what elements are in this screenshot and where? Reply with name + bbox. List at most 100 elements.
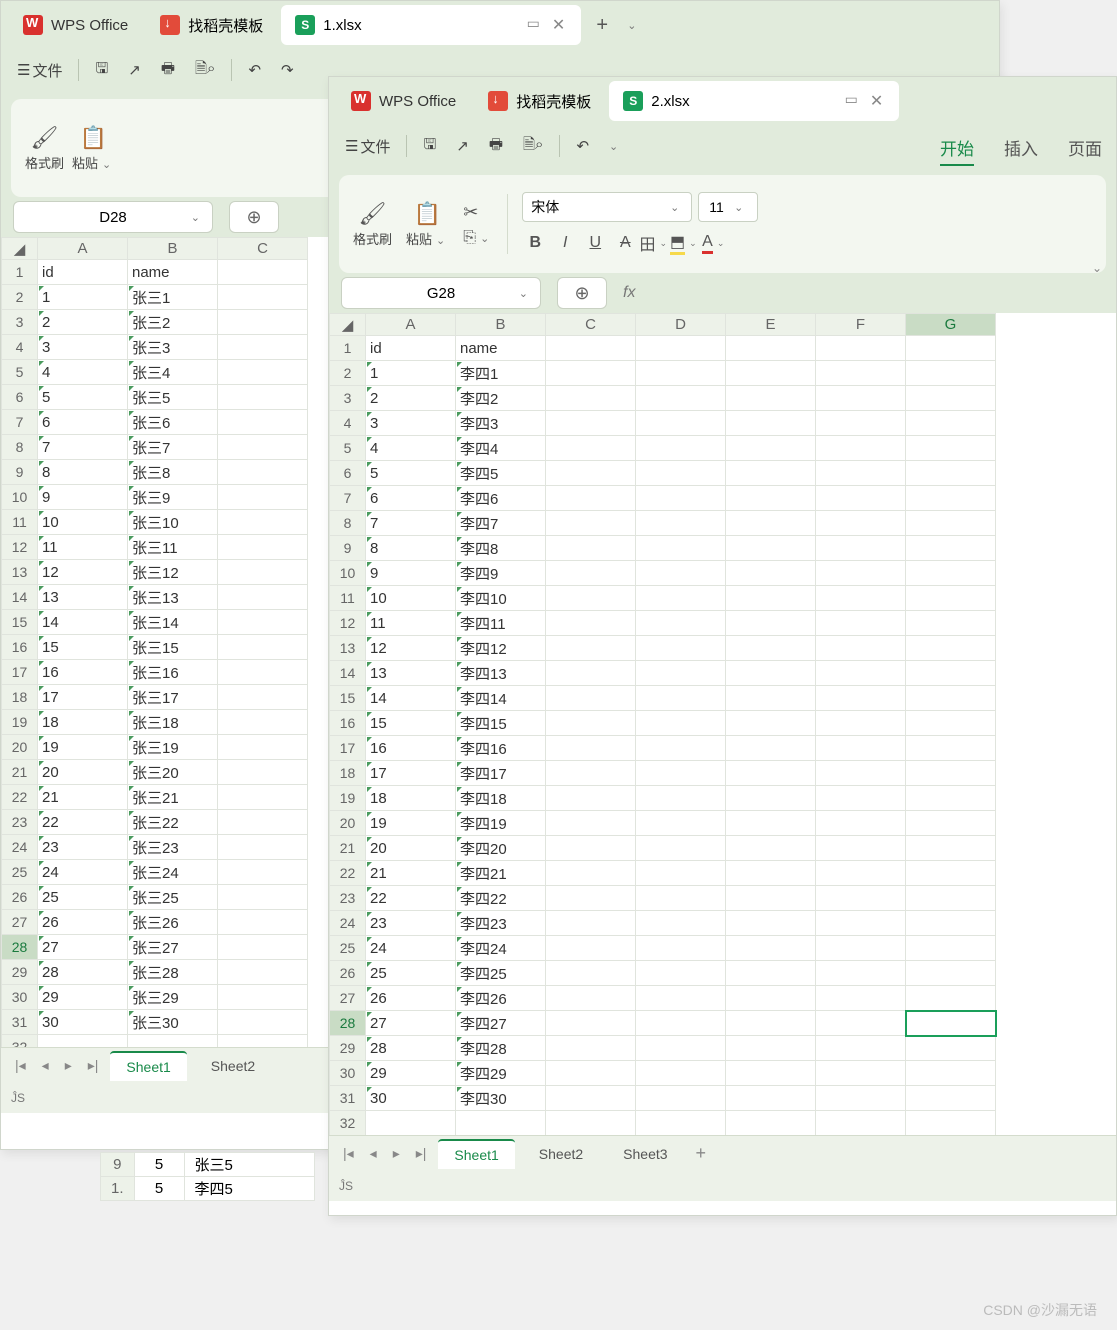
cell[interactable] <box>546 711 636 736</box>
cell[interactable] <box>546 736 636 761</box>
cell[interactable] <box>546 836 636 861</box>
cell[interactable]: 7 <box>38 435 128 460</box>
cell[interactable] <box>816 961 906 986</box>
cell[interactable] <box>636 911 726 936</box>
cell[interactable]: 12 <box>366 636 456 661</box>
format-brush-button[interactable]: 🖌 格式刷 <box>353 201 392 248</box>
cell[interactable] <box>906 611 996 636</box>
row-header[interactable]: 30 <box>330 1061 366 1086</box>
underline-button[interactable]: U <box>582 230 608 256</box>
cell[interactable] <box>218 410 308 435</box>
cell[interactable] <box>218 710 308 735</box>
sheet-tab[interactable]: Sheet3 <box>607 1140 683 1168</box>
cell[interactable]: 17 <box>38 685 128 710</box>
cell[interactable]: 14 <box>38 610 128 635</box>
cell[interactable] <box>546 861 636 886</box>
cell[interactable]: 24 <box>366 936 456 961</box>
cell[interactable] <box>218 535 308 560</box>
save-icon[interactable]: 🖫 <box>419 132 440 161</box>
font-size-select[interactable]: 11⌄ <box>698 192 758 222</box>
cell[interactable] <box>218 810 308 835</box>
cell[interactable] <box>546 786 636 811</box>
cell[interactable] <box>218 985 308 1010</box>
print-icon[interactable]: 🖶 <box>157 56 179 85</box>
cell[interactable]: 张三5 <box>128 385 218 410</box>
cell[interactable] <box>546 1011 636 1036</box>
cell[interactable]: name <box>128 260 218 285</box>
sheet-tab[interactable]: Sheet2 <box>523 1140 599 1168</box>
cell[interactable] <box>218 760 308 785</box>
cell[interactable]: 15 <box>366 711 456 736</box>
close-icon[interactable]: ✕ <box>868 91 885 111</box>
cell[interactable]: 李四9 <box>456 561 546 586</box>
row-header[interactable]: 9 <box>2 460 38 485</box>
col-header[interactable]: G <box>906 314 996 336</box>
sheet-last-icon[interactable]: ▸| <box>84 1057 103 1074</box>
cell[interactable] <box>218 635 308 660</box>
row-header[interactable]: 28 <box>330 1011 366 1036</box>
cell[interactable]: 李四12 <box>456 636 546 661</box>
cell[interactable] <box>906 586 996 611</box>
row-header[interactable]: 19 <box>330 786 366 811</box>
cell[interactable]: 1 <box>38 285 128 310</box>
cell[interactable]: 14 <box>366 686 456 711</box>
cell[interactable] <box>218 310 308 335</box>
cell[interactable] <box>546 936 636 961</box>
cell[interactable] <box>906 636 996 661</box>
cell[interactable] <box>546 361 636 386</box>
cell[interactable]: 李四15 <box>456 711 546 736</box>
cell[interactable]: 28 <box>38 960 128 985</box>
cell[interactable] <box>218 910 308 935</box>
row-header[interactable]: 20 <box>2 735 38 760</box>
cell[interactable]: 李四18 <box>456 786 546 811</box>
row-header[interactable]: 9 <box>330 536 366 561</box>
cell[interactable] <box>636 736 726 761</box>
name-box-2[interactable]: G28 ⌄ <box>341 277 541 309</box>
cell[interactable] <box>218 485 308 510</box>
cell[interactable]: 24 <box>38 860 128 885</box>
cell[interactable] <box>816 511 906 536</box>
cell[interactable]: 李四25 <box>456 961 546 986</box>
border-button[interactable]: 田⌄ <box>642 230 668 256</box>
cell[interactable]: 25 <box>366 961 456 986</box>
row-header[interactable]: 32 <box>2 1035 38 1048</box>
row-header[interactable]: 18 <box>330 761 366 786</box>
row-header[interactable]: 26 <box>330 961 366 986</box>
cell[interactable]: 12 <box>38 560 128 585</box>
cell[interactable] <box>816 786 906 811</box>
cell[interactable] <box>726 386 816 411</box>
row-header[interactable]: 27 <box>2 910 38 935</box>
cell[interactable] <box>726 811 816 836</box>
cell[interactable] <box>816 861 906 886</box>
row-header[interactable]: 23 <box>2 810 38 835</box>
cell[interactable] <box>816 1111 906 1136</box>
cell[interactable] <box>636 636 726 661</box>
cell[interactable] <box>218 610 308 635</box>
cell[interactable]: 15 <box>38 635 128 660</box>
cell[interactable] <box>546 461 636 486</box>
cell[interactable] <box>636 661 726 686</box>
cell[interactable] <box>816 486 906 511</box>
sheet-tab[interactable]: Sheet1 <box>110 1051 186 1081</box>
cell[interactable]: 张三14 <box>128 610 218 635</box>
cell[interactable] <box>546 611 636 636</box>
cell[interactable]: 30 <box>366 1086 456 1111</box>
cell[interactable] <box>726 736 816 761</box>
cell[interactable] <box>546 411 636 436</box>
row-header[interactable]: 29 <box>330 1036 366 1061</box>
row-header[interactable]: 5 <box>330 436 366 461</box>
cell[interactable] <box>218 285 308 310</box>
cell[interactable]: 2 <box>366 386 456 411</box>
cell[interactable] <box>816 1011 906 1036</box>
col-header[interactable]: C <box>218 238 308 260</box>
row-header[interactable]: 13 <box>2 560 38 585</box>
cell[interactable]: 李四28 <box>456 1036 546 1061</box>
cell[interactable] <box>218 1010 308 1035</box>
cell[interactable] <box>726 1111 816 1136</box>
menu-button[interactable]: ☰ 文件 <box>13 58 66 83</box>
cell[interactable]: 李四29 <box>456 1061 546 1086</box>
cell[interactable] <box>546 1036 636 1061</box>
row-header[interactable]: 25 <box>330 936 366 961</box>
row-header[interactable]: 19 <box>2 710 38 735</box>
formula-input[interactable] <box>651 278 1104 308</box>
